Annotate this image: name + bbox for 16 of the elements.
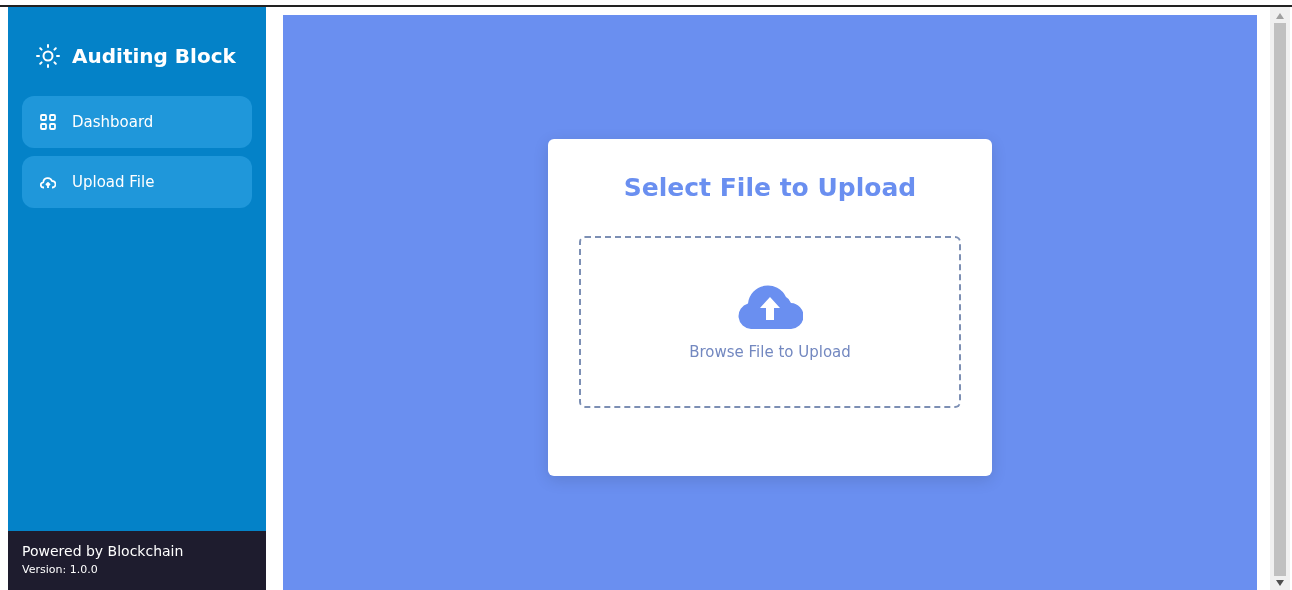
scroll-down-icon[interactable] bbox=[1276, 580, 1284, 586]
dropzone-label: Browse File to Upload bbox=[689, 343, 851, 361]
scroll-up-icon[interactable] bbox=[1276, 13, 1284, 19]
scroll-thumb[interactable] bbox=[1274, 23, 1286, 576]
sidebar-item[interactable]: Dashboard bbox=[22, 96, 252, 148]
dropzone[interactable]: Browse File to Upload bbox=[579, 236, 961, 408]
grid-icon bbox=[40, 114, 56, 130]
cloud-upload-icon bbox=[737, 283, 803, 329]
scrollbar[interactable] bbox=[1270, 7, 1290, 590]
version-text: Version: 1.0.0 bbox=[22, 563, 99, 576]
sun-icon bbox=[36, 44, 60, 68]
sidebar-item[interactable]: Upload File bbox=[22, 156, 252, 208]
brand-title: Auditing Block bbox=[72, 44, 236, 68]
cloud-upload-icon bbox=[40, 175, 56, 189]
powered-by-text: Powered by Blockchain bbox=[22, 543, 185, 559]
card-title: Select File to Upload bbox=[623, 173, 917, 202]
